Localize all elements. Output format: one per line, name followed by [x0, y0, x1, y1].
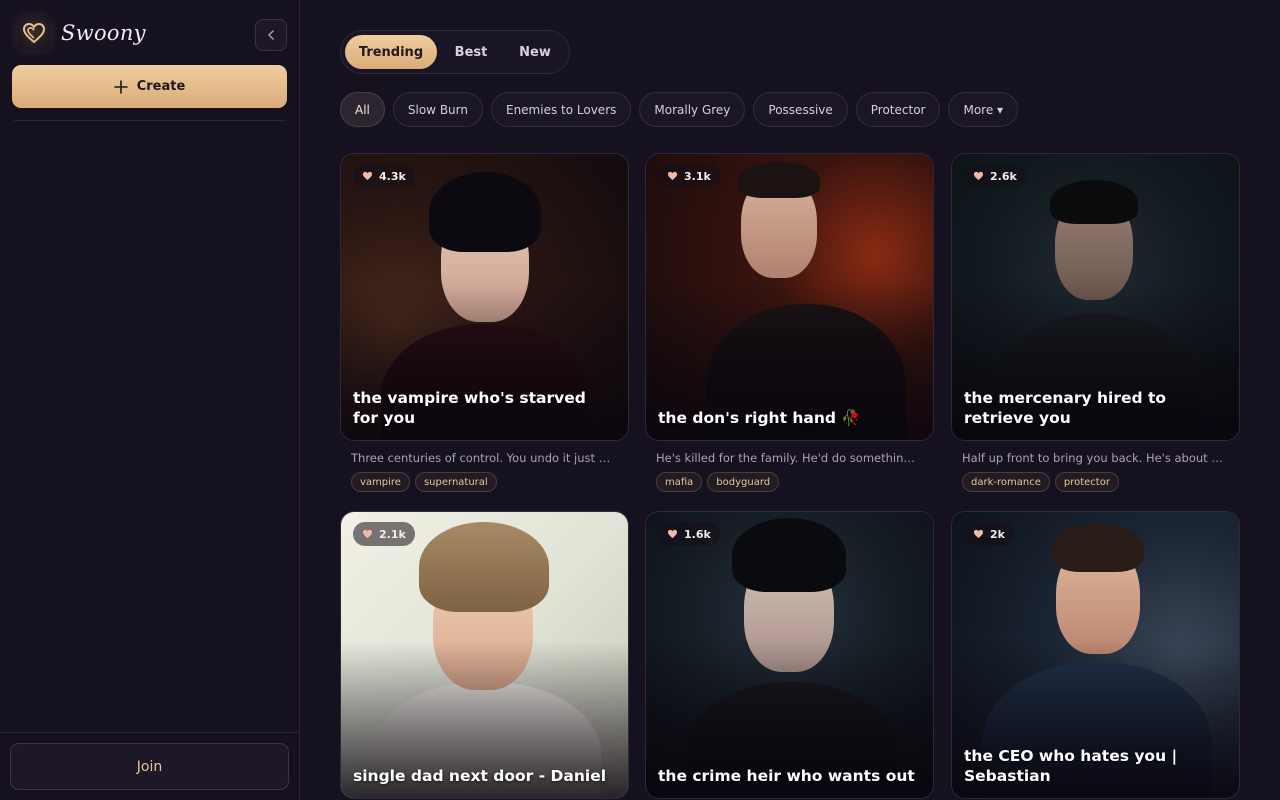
join-button[interactable]: Join	[10, 743, 289, 790]
image-gradient	[646, 154, 933, 440]
likes-badge: 3.1k	[658, 164, 720, 188]
likes-count: 4.3k	[379, 169, 406, 183]
card-title: the vampire who's starved for you	[353, 389, 586, 427]
heart-icon	[362, 529, 373, 539]
tag[interactable]: supernatural	[414, 472, 497, 492]
heart-icon	[667, 171, 678, 181]
tab-trending[interactable]: Trending	[345, 35, 437, 69]
card-title: single dad next door - Daniel	[353, 767, 607, 785]
brand-name: Swoony	[61, 21, 146, 45]
heart-icon	[973, 529, 984, 539]
card-description: Half up front to bring you back. He's ab…	[962, 451, 1224, 465]
filter-enemies-to-lovers[interactable]: Enemies to Lovers	[490, 92, 632, 127]
tag[interactable]: mafia	[656, 472, 703, 492]
create-button[interactable]: Create	[12, 65, 287, 108]
heart-logo-icon	[17, 16, 51, 50]
collapse-sidebar-button[interactable]	[255, 19, 287, 51]
likes-badge: 2.1k	[353, 522, 415, 546]
tab-best[interactable]: Best	[437, 35, 505, 69]
tab-new[interactable]: New	[505, 35, 565, 69]
likes-count: 2.1k	[379, 527, 406, 541]
tag[interactable]: vampire	[351, 472, 410, 492]
plus-icon	[113, 79, 128, 94]
tag[interactable]: dark-romance	[962, 472, 1050, 492]
chevron-left-icon	[268, 30, 274, 40]
filter-possessive[interactable]: Possessive	[753, 92, 848, 127]
likes-count: 1.6k	[684, 527, 711, 541]
likes-count: 2.6k	[990, 169, 1017, 183]
likes-badge: 1.6k	[658, 522, 720, 546]
heart-icon	[667, 529, 678, 539]
card-tags: vampire supernatural	[351, 472, 629, 492]
card-title: the crime heir who wants out	[658, 767, 915, 785]
filter-all[interactable]: All	[340, 92, 385, 127]
card-title: the don's right hand 🥀	[658, 409, 861, 427]
card-description: He's killed for the family. He'd do some…	[656, 451, 918, 465]
brand[interactable]: Swoony	[17, 16, 146, 50]
card-description: Three centuries of control. You undo it …	[351, 451, 613, 465]
character-card[interactable]: 2k the CEO who hates you | Sebastian	[951, 511, 1240, 799]
sidebar-divider	[14, 120, 286, 121]
sort-tabs: Trending Best New	[340, 30, 570, 74]
character-card[interactable]: 4.3k the vampire who's starved for you T…	[340, 153, 629, 492]
card-title: the CEO who hates you | Sebastian	[964, 747, 1178, 785]
card-title: the mercenary hired to retrieve you	[964, 389, 1167, 427]
character-image[interactable]: 2.6k the mercenary hired to retrieve you	[951, 153, 1240, 441]
card-tags: mafia bodyguard	[656, 472, 934, 492]
character-card[interactable]: 2.1k single dad next door - Daniel	[340, 511, 629, 799]
character-card[interactable]: 2.6k the mercenary hired to retrieve you…	[951, 153, 1240, 492]
filter-protector[interactable]: Protector	[855, 92, 941, 127]
image-gradient	[341, 512, 628, 798]
character-image[interactable]: 3.1k the don's right hand 🥀	[645, 153, 934, 441]
likes-badge: 4.3k	[353, 164, 415, 188]
heart-icon	[973, 171, 984, 181]
character-image[interactable]: 1.6k the crime heir who wants out	[645, 511, 934, 799]
heart-icon	[362, 171, 373, 181]
sidebar: Swoony Create Join	[0, 0, 300, 800]
filter-morally-grey[interactable]: Morally Grey	[639, 92, 746, 127]
likes-badge: 2.6k	[964, 164, 1026, 188]
create-label: Create	[136, 79, 186, 94]
image-gradient	[646, 512, 933, 798]
card-tags: dark-romance protector	[962, 472, 1240, 492]
character-card[interactable]: 1.6k the crime heir who wants out	[645, 511, 934, 799]
sidebar-bottom-divider	[0, 732, 299, 733]
filter-slow-burn[interactable]: Slow Burn	[392, 92, 483, 127]
filter-chips: All Slow Burn Enemies to Lovers Morally …	[340, 92, 1019, 127]
filter-more[interactable]: More ▾	[948, 92, 1019, 127]
likes-badge: 2k	[964, 522, 1014, 546]
tag[interactable]: bodyguard	[707, 472, 780, 492]
character-image[interactable]: 2k the CEO who hates you | Sebastian	[951, 511, 1240, 799]
tag[interactable]: protector	[1054, 472, 1119, 492]
character-image[interactable]: 4.3k the vampire who's starved for you	[340, 153, 629, 441]
character-image[interactable]: 2.1k single dad next door - Daniel	[340, 511, 629, 799]
likes-count: 3.1k	[684, 169, 711, 183]
character-card[interactable]: 3.1k the don's right hand 🥀 He's killed …	[645, 153, 934, 492]
likes-count: 2k	[990, 527, 1005, 541]
